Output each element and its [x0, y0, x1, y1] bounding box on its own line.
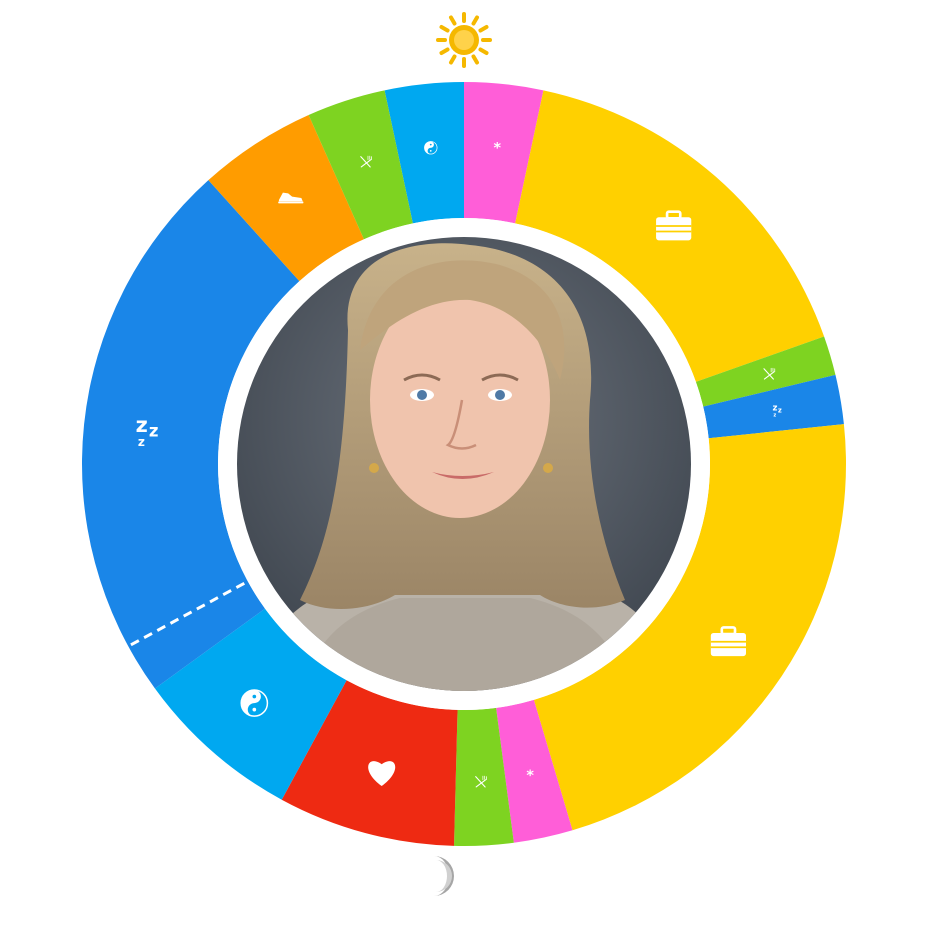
daily-routine-wheel: * z z z * z z z	[0, 0, 928, 928]
yin-yang-icon	[240, 689, 269, 717]
moon-icon	[434, 856, 454, 896]
svg-text:z: z	[138, 435, 145, 449]
sun-ray	[478, 47, 489, 55]
donut-chart: *z zz*z zz	[82, 12, 846, 896]
svg-text:*: *	[526, 768, 534, 784]
sun-ray	[439, 25, 450, 33]
svg-text:z: z	[149, 421, 159, 440]
svg-text:z: z	[773, 412, 776, 418]
svg-text:z: z	[778, 406, 782, 414]
sun-icon	[436, 12, 492, 68]
yin-yang-icon	[424, 141, 438, 155]
svg-text:z: z	[136, 413, 148, 437]
sun-ray	[439, 47, 450, 55]
sun-ray	[449, 15, 457, 26]
sun-ray	[471, 54, 479, 65]
sun-ray	[478, 25, 489, 33]
svg-text:*: *	[493, 141, 501, 157]
asterisk-icon: *	[526, 768, 534, 784]
sun-ray	[449, 54, 457, 65]
asterisk-icon: *	[493, 141, 501, 157]
sun-ray	[471, 15, 479, 26]
